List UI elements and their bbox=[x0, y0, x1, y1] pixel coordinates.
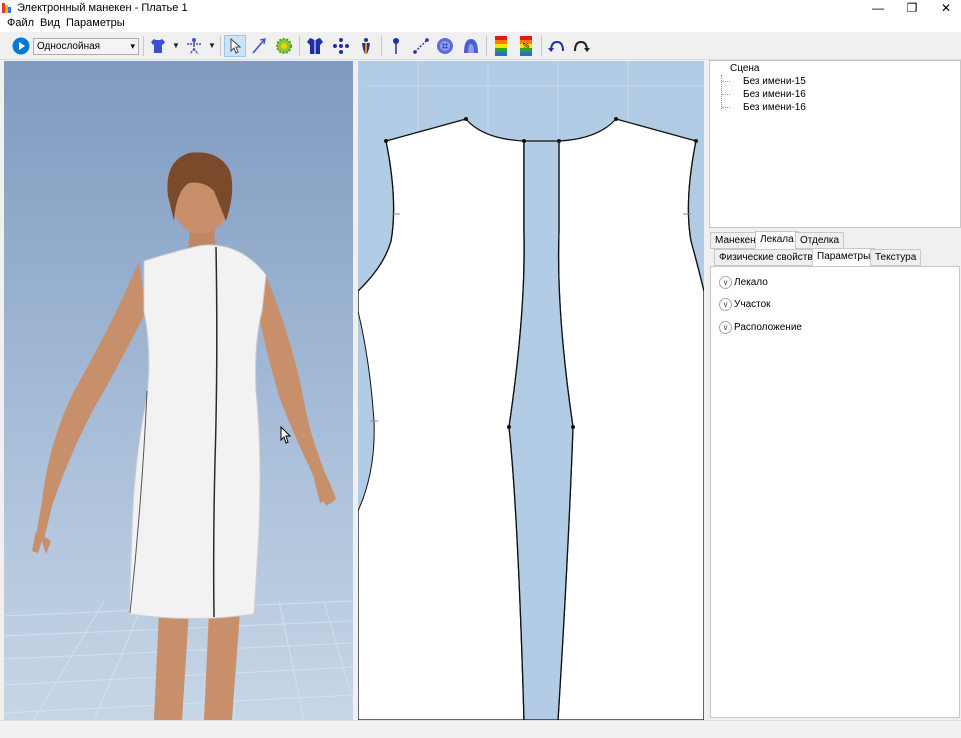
mannequin-icon[interactable] bbox=[355, 35, 377, 57]
pattern-2d-view[interactable] bbox=[358, 61, 704, 720]
tab-mannequin[interactable]: Манекен bbox=[710, 232, 761, 249]
toolbar-separator bbox=[143, 36, 144, 56]
toolbar-separator bbox=[381, 36, 382, 56]
layer-mode-select[interactable]: Однослойная ▾ bbox=[33, 38, 139, 55]
menu-file[interactable]: Файл bbox=[7, 17, 34, 29]
tree-item[interactable]: Без имени-16 bbox=[743, 102, 806, 113]
section-area-label: Участок bbox=[734, 298, 771, 310]
tab-texture[interactable]: Текстура bbox=[870, 249, 922, 266]
restore-button[interactable]: ❐ bbox=[895, 0, 929, 16]
tree-connector bbox=[722, 81, 730, 82]
pin-icon[interactable] bbox=[385, 35, 407, 57]
section-pattern-label: Лекало bbox=[734, 276, 768, 288]
tree-item[interactable]: Без имени-16 bbox=[743, 89, 806, 100]
menu-view[interactable]: Вид bbox=[40, 17, 60, 29]
window-title: Электронный манекен - Платье 1 bbox=[17, 2, 188, 14]
points-icon[interactable] bbox=[330, 35, 352, 57]
tree-connector bbox=[722, 107, 730, 108]
shirt-icon[interactable] bbox=[147, 35, 169, 57]
section-placement-label: Расположение bbox=[734, 321, 802, 333]
tree-root-scene[interactable]: Сцена bbox=[730, 63, 759, 74]
tab-physical-properties[interactable]: Физические свойства bbox=[714, 249, 824, 266]
menu-bar: Файл Вид Параметры bbox=[0, 16, 961, 32]
3d-viewport[interactable] bbox=[4, 61, 353, 720]
scene-tree: Сцена Без имени-15 Без имени-16 Без имен… bbox=[709, 60, 961, 228]
tab-patterns[interactable]: Лекала bbox=[755, 231, 799, 249]
percent-map-icon[interactable]: % bbox=[515, 35, 537, 57]
layer-mode-value: Однослойная bbox=[37, 41, 101, 52]
tree-item[interactable]: Без имени-15 bbox=[743, 76, 806, 87]
properties-panel: Манекен Лекала Отделка Физические свойст… bbox=[709, 231, 961, 718]
mouse-cursor-icon bbox=[280, 426, 292, 444]
hood-icon[interactable] bbox=[460, 35, 482, 57]
figure-dropdown-icon[interactable]: ▼ bbox=[208, 41, 216, 50]
measure-icon[interactable] bbox=[410, 35, 432, 57]
chevron-down-icon: ∨ bbox=[719, 320, 732, 334]
chevron-down-icon: ∨ bbox=[719, 275, 732, 289]
title-bar: Электронный манекен - Платье 1 — ❐ ✕ bbox=[0, 0, 961, 16]
status-bar bbox=[0, 720, 961, 738]
toolbar-separator bbox=[299, 36, 300, 56]
pen-icon[interactable] bbox=[248, 35, 270, 57]
shirt-dropdown-icon[interactable]: ▼ bbox=[172, 41, 180, 50]
section-placement[interactable]: ∨ Расположение bbox=[719, 319, 802, 335]
pattern-pieces-canvas bbox=[358, 61, 704, 720]
toolbar-separator bbox=[486, 36, 487, 56]
chevron-down-icon: ∨ bbox=[719, 297, 732, 311]
section-area[interactable]: ∨ Участок bbox=[719, 296, 771, 312]
play-icon[interactable] bbox=[10, 35, 32, 57]
figure-icon[interactable] bbox=[183, 35, 205, 57]
section-pattern[interactable]: ∨ Лекало bbox=[719, 274, 768, 290]
undo-icon[interactable] bbox=[546, 35, 568, 57]
tree-connector bbox=[722, 94, 730, 95]
close-button[interactable]: ✕ bbox=[929, 0, 961, 16]
tension-map-icon[interactable] bbox=[490, 35, 512, 57]
svg-text:%: % bbox=[523, 42, 530, 50]
redo-icon[interactable] bbox=[570, 35, 592, 57]
pointer-icon[interactable] bbox=[224, 35, 246, 57]
toolbar-separator bbox=[541, 36, 542, 56]
tab-parameters[interactable]: Параметры bbox=[812, 248, 876, 266]
toolbar: Однослойная ▾ ▼ ▼ % bbox=[0, 32, 961, 60]
tab-finishing[interactable]: Отделка bbox=[795, 232, 845, 249]
toolbar-separator bbox=[220, 36, 221, 56]
menu-parameters[interactable]: Параметры bbox=[66, 17, 125, 29]
button-icon[interactable] bbox=[434, 35, 456, 57]
minimize-button[interactable]: — bbox=[861, 0, 895, 16]
gear-flower-icon[interactable] bbox=[273, 35, 295, 57]
app-icon bbox=[2, 3, 11, 13]
mannequin-3d-render bbox=[4, 152, 353, 720]
chevron-down-icon: ▾ bbox=[130, 41, 135, 51]
garment-icon[interactable] bbox=[304, 35, 326, 57]
properties-body: Физические свойства Параметры Текстура ∨… bbox=[710, 248, 960, 718]
